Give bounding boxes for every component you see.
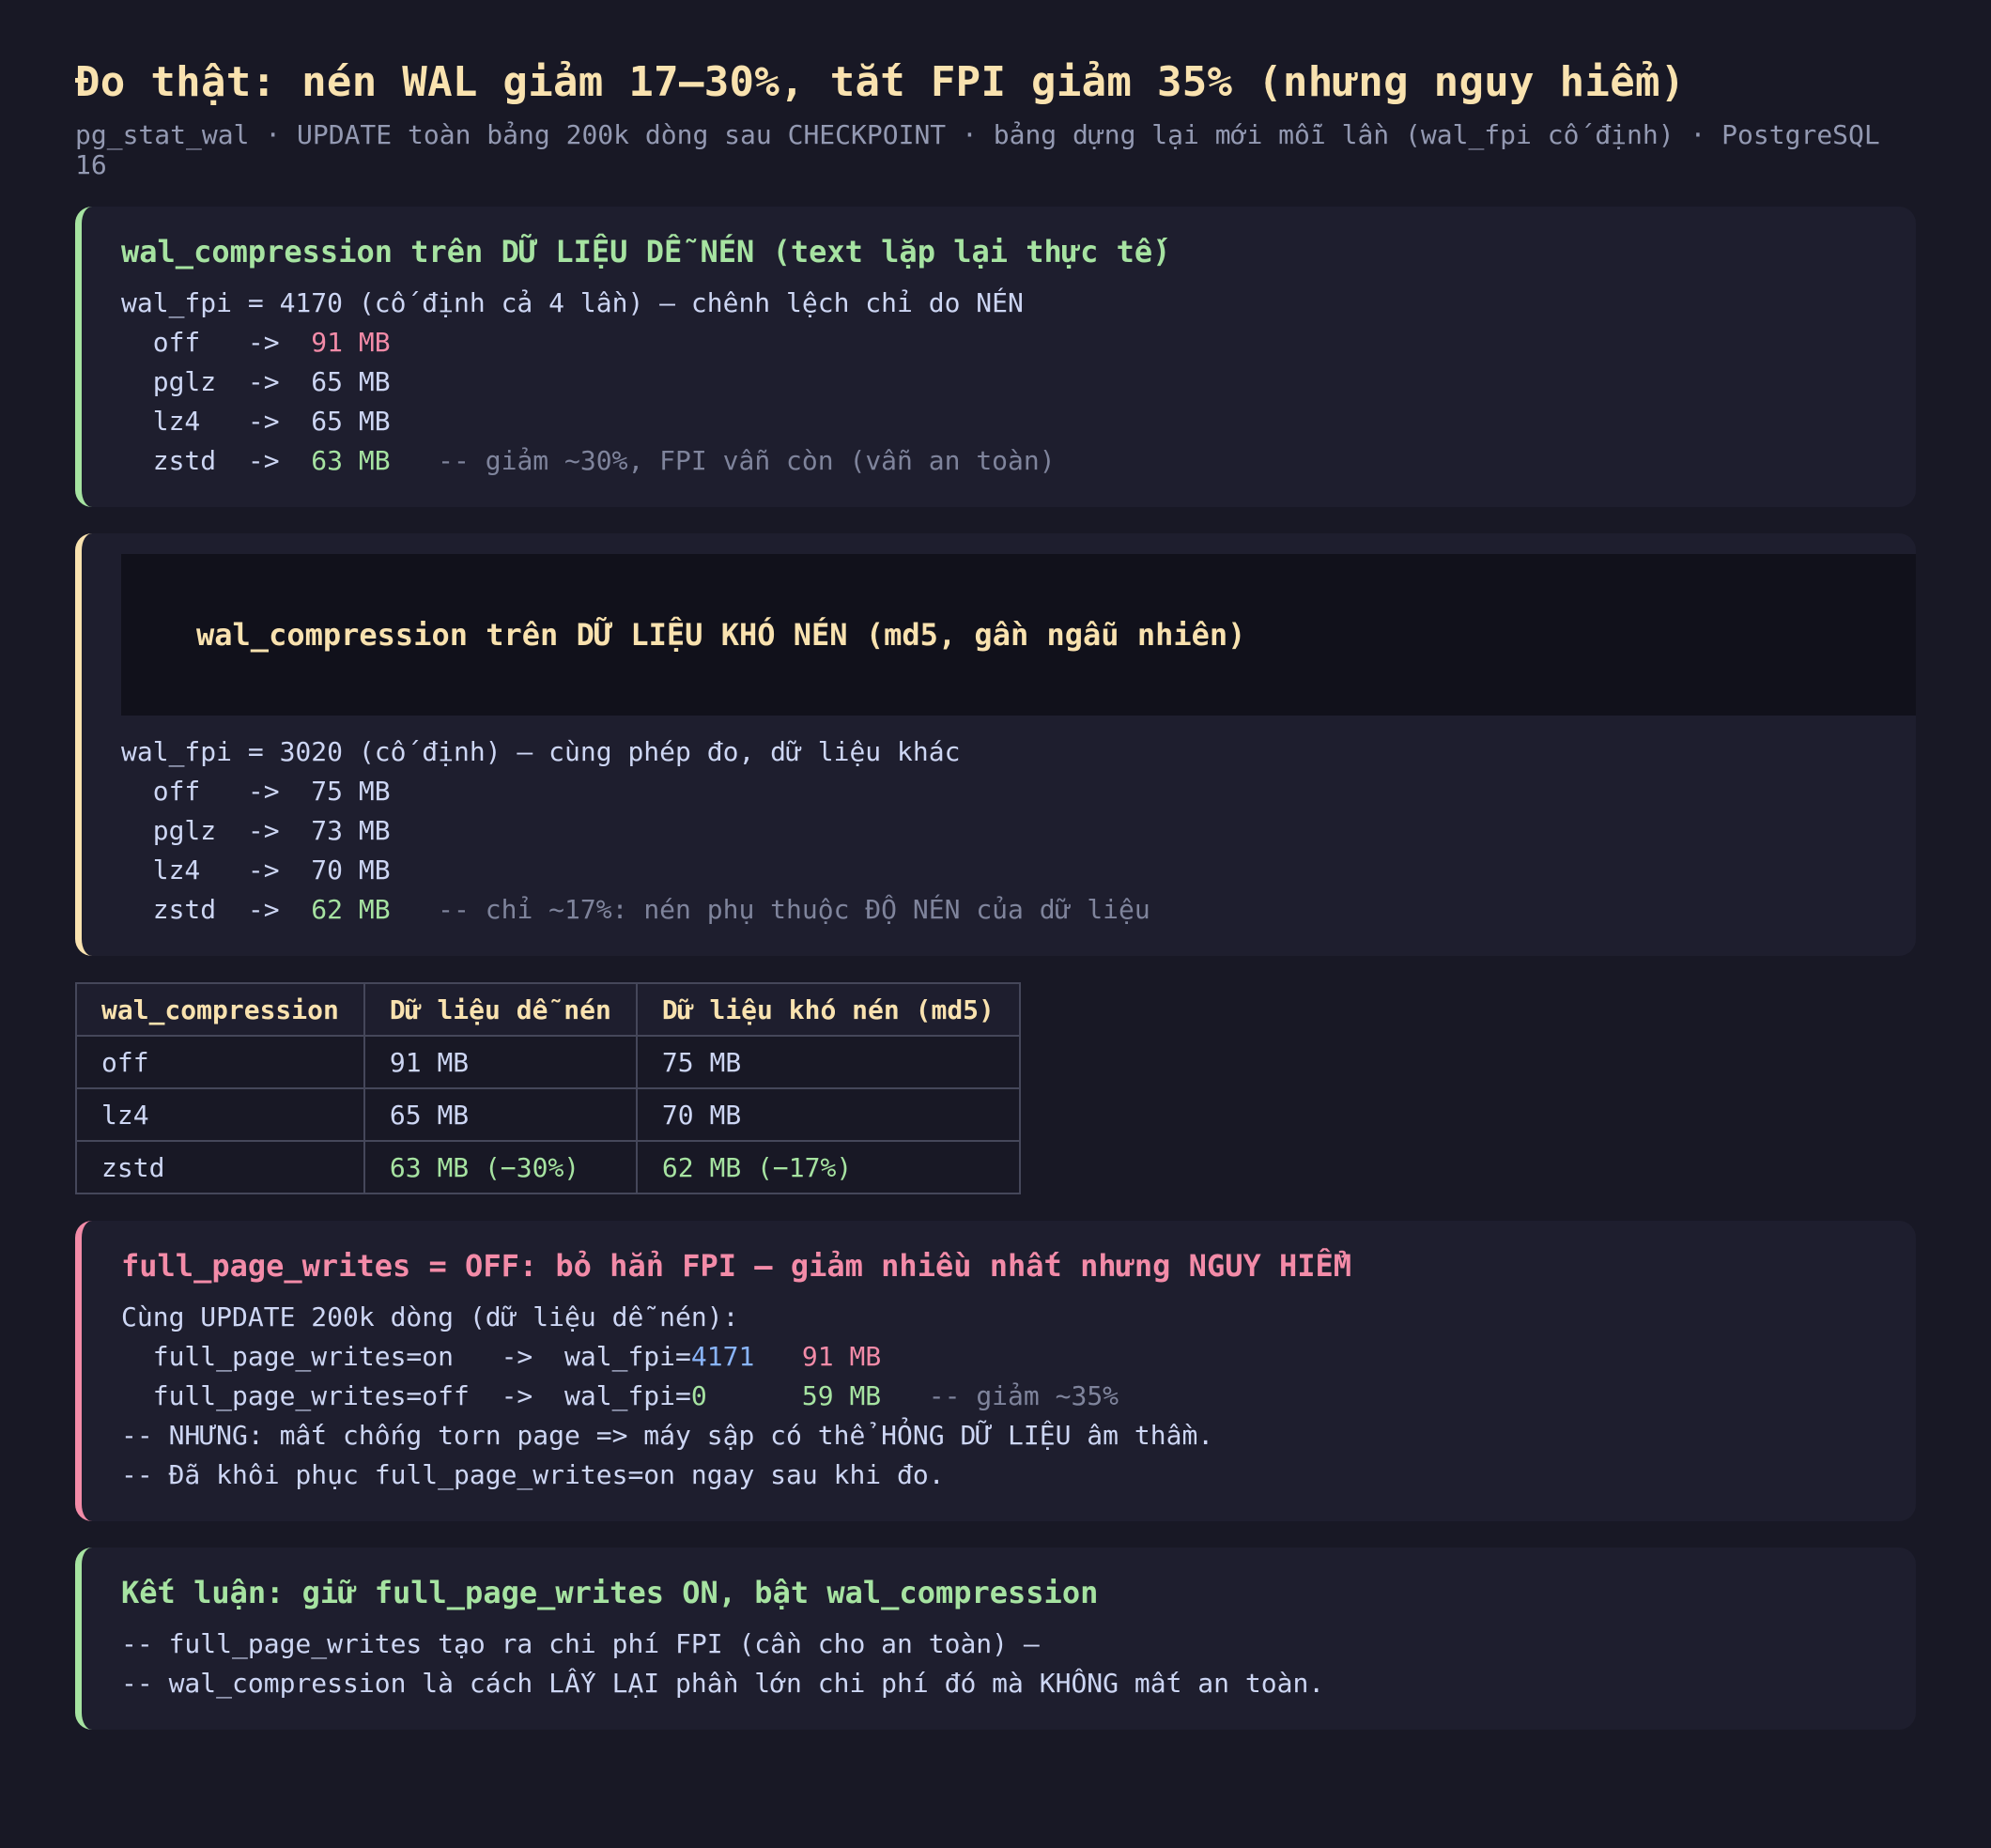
card-easy-intro: wal_fpi = 4170 (cố định cả 4 lần) — chên… — [121, 287, 1024, 318]
result-row: pglz -> 73 MB — [121, 811, 1878, 851]
table-row: lz4 65 MB 70 MB — [75, 1087, 1021, 1142]
card-easy-compress: wal_compression trên DỮ LIỆU DỄ NÉN (tex… — [75, 207, 1916, 507]
row-value: 63 MB — [311, 445, 391, 476]
result-row: lz4 -> 65 MB — [121, 402, 1878, 441]
row-label: zstd -> — [121, 445, 312, 476]
row-value: 65 MB — [311, 366, 391, 397]
table-header: wal_compression — [75, 982, 365, 1037]
row-comment: -- chỉ ~17%: nén phụ thuộc ĐỘ NÉN của dữ… — [390, 894, 1150, 925]
table-row: off 91 MB 75 MB — [75, 1035, 1021, 1089]
card-easy-title: wal_compression trên DỮ LIỆU DỄ NÉN (tex… — [121, 234, 1171, 270]
result-row: zstd -> 63 MB -- giảm ~30%, FPI vẫn còn … — [121, 441, 1878, 481]
table-header: Dữ liệu khó nén (md5) — [635, 982, 1021, 1037]
page: Đo thật: nén WAL giảm 17–30%, tắt FPI gi… — [0, 0, 1991, 1730]
table-row: zstd 63 MB (−30%) 62 MB (−17%) — [75, 1140, 1021, 1194]
result-row: off -> 75 MB — [121, 772, 1878, 811]
table-cell: 70 MB — [635, 1087, 1021, 1142]
row-label: off -> — [121, 776, 312, 807]
row-value: 91 MB — [311, 327, 391, 358]
row-label: pglz -> — [121, 815, 312, 846]
table-cell: 62 MB (−17%) — [635, 1140, 1021, 1194]
row-comment: -- giảm ~35% — [881, 1380, 1119, 1411]
row-value: 70 MB — [311, 855, 391, 886]
conclusion-line: -- full_page_writes tạo ra chi phí FPI (… — [121, 1628, 1040, 1659]
table-cell: 65 MB — [363, 1087, 638, 1142]
table-cell: 75 MB — [635, 1035, 1021, 1089]
result-row: pglz -> 65 MB — [121, 362, 1878, 402]
page-subtitle: pg_stat_wal · UPDATE toàn bảng 200k dòng… — [75, 119, 1880, 180]
row-value: 91 MB — [754, 1341, 882, 1372]
card-hard-compress: wal_compression trên DỮ LIỆU KHÓ NÉN (md… — [75, 533, 1916, 956]
table-cell: 91 MB — [363, 1035, 638, 1089]
table-cell: off — [75, 1035, 365, 1089]
row-value: 62 MB — [311, 894, 391, 925]
conclusion-line: -- wal_compression là cách LẤY LẠI phần … — [121, 1668, 1325, 1699]
row-value: 59 MB — [706, 1380, 882, 1411]
row-label: full_page_writes=on -> wal_fpi= — [121, 1341, 691, 1372]
restored-line: -- Đã khôi phục full_page_writes=on ngay… — [121, 1459, 945, 1490]
row-label: pglz -> — [121, 366, 312, 397]
card-hard-title-band: wal_compression trên DỮ LIỆU KHÓ NÉN (md… — [121, 554, 1916, 716]
row-comment: -- giảm ~30%, FPI vẫn còn (vẫn an toàn) — [390, 445, 1056, 476]
row-label: zstd -> — [121, 894, 312, 925]
fpi-value: 0 — [690, 1380, 707, 1411]
fpi-value: 4171 — [690, 1341, 755, 1372]
card-hard-intro: wal_fpi = 3020 (cố định) — cùng phép đo,… — [121, 736, 961, 767]
result-row: lz4 -> 70 MB — [121, 851, 1878, 890]
row-value: 65 MB — [311, 406, 391, 437]
row-label: lz4 -> — [121, 406, 312, 437]
table-header-row: wal_compression Dữ liệu dễ nén Dữ liệu k… — [75, 982, 1021, 1037]
row-value: 73 MB — [311, 815, 391, 846]
card-conclusion: Kết luận: giữ full_page_writes ON, bật w… — [75, 1548, 1916, 1730]
fpw-on-row: full_page_writes=on -> wal_fpi=4171 91 M… — [121, 1337, 1878, 1377]
row-label: off -> — [121, 327, 312, 358]
card-fpw-intro: Cùng UPDATE 200k dòng (dữ liệu dễ nén): — [121, 1301, 739, 1332]
row-label: lz4 -> — [121, 855, 312, 886]
table-cell: zstd — [75, 1140, 365, 1194]
table-header: Dữ liệu dễ nén — [363, 982, 638, 1037]
fpw-off-row: full_page_writes=off -> wal_fpi=0 59 MB … — [121, 1377, 1878, 1416]
page-title: Đo thật: nén WAL giảm 17–30%, tắt FPI gi… — [75, 58, 1686, 106]
comparison-table: wal_compression Dữ liệu dễ nén Dữ liệu k… — [75, 982, 1021, 1194]
row-value: 75 MB — [311, 776, 391, 807]
card-fpw-title: full_page_writes = OFF: bỏ hẳn FPI — giả… — [121, 1248, 1352, 1284]
warning-line: -- NHƯNG: mất chống torn page => máy sập… — [121, 1420, 1214, 1451]
card-conclusion-title: Kết luận: giữ full_page_writes ON, bật w… — [121, 1575, 1099, 1610]
table-cell: 63 MB (−30%) — [363, 1140, 638, 1194]
result-row: off -> 91 MB — [121, 323, 1878, 362]
result-row: zstd -> 62 MB -- chỉ ~17%: nén phụ thuộc… — [121, 890, 1878, 930]
row-label: full_page_writes=off -> wal_fpi= — [121, 1380, 691, 1411]
card-full-page-writes: full_page_writes = OFF: bỏ hẳn FPI — giả… — [75, 1221, 1916, 1521]
table-cell: lz4 — [75, 1087, 365, 1142]
card-hard-title: wal_compression trên DỮ LIỆU KHÓ NÉN (md… — [196, 617, 1246, 653]
